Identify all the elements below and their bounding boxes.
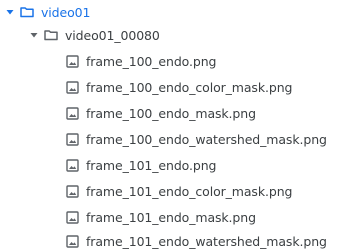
folder-label: video01: [41, 4, 91, 20]
tree-file-item[interactable]: frame_101_endo_mask.png: [66, 206, 256, 228]
image-file-icon: [66, 234, 79, 248]
folder-icon: [44, 29, 58, 41]
caret-down-icon[interactable]: [6, 8, 14, 16]
image-file-icon: [66, 184, 79, 198]
image-file-icon: [66, 54, 79, 68]
image-file-icon: [66, 158, 79, 172]
file-label: frame_101_endo_color_mask.png: [86, 183, 293, 199]
tree-file-item[interactable]: frame_101_endo_color_mask.png: [66, 180, 292, 202]
file-label: frame_100_endo_watershed_mask.png: [86, 131, 327, 147]
tree-file-item[interactable]: frame_100_endo.png: [66, 50, 216, 72]
folder-label: video01_00080: [65, 27, 160, 43]
image-file-icon: [66, 210, 79, 224]
caret-down-icon[interactable]: [30, 31, 38, 39]
file-label: frame_101_endo_watershed_mask.png: [86, 233, 327, 249]
tree-file-item[interactable]: frame_100_endo_mask.png: [66, 102, 256, 124]
image-file-icon: [66, 80, 79, 94]
file-label: frame_101_endo_mask.png: [86, 209, 256, 225]
tree-file-item[interactable]: frame_100_endo_watershed_mask.png: [66, 128, 327, 150]
image-file-icon: [66, 132, 79, 146]
tree-folder-video01[interactable]: video01: [6, 1, 90, 23]
image-file-icon: [66, 106, 79, 120]
file-label: frame_100_endo_color_mask.png: [86, 79, 293, 95]
folder-icon: [20, 6, 34, 18]
file-label: frame_101_endo.png: [86, 157, 217, 173]
tree-file-item[interactable]: frame_100_endo_color_mask.png: [66, 76, 292, 98]
tree-folder-video01-00080[interactable]: video01_00080: [30, 24, 160, 46]
file-label: frame_100_endo_mask.png: [86, 105, 256, 121]
tree-file-item[interactable]: frame_101_endo.png: [66, 154, 216, 176]
file-label: frame_100_endo.png: [86, 53, 217, 69]
tree-file-item[interactable]: frame_101_endo_watershed_mask.png: [66, 230, 327, 252]
